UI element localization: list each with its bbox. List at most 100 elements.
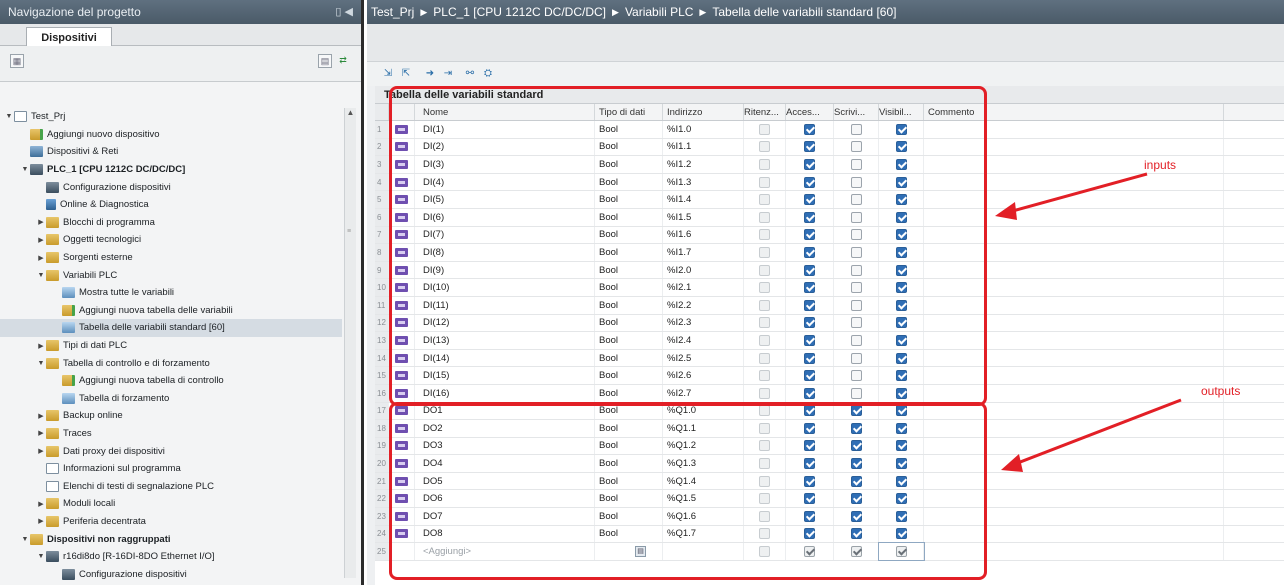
tag-name[interactable]: DO3 bbox=[415, 437, 595, 455]
visible-checkbox[interactable] bbox=[895, 458, 907, 470]
comment-cell[interactable] bbox=[924, 508, 1224, 525]
scroll-grip-icon[interactable]: ≡ bbox=[347, 228, 354, 238]
add-icon[interactable]: ⇄ bbox=[336, 54, 350, 68]
expanded-arrow-icon[interactable]: ▼ bbox=[4, 113, 14, 120]
comment-cell[interactable] bbox=[924, 543, 1224, 560]
access-checkbox[interactable] bbox=[804, 334, 815, 346]
table-row[interactable]: 13 DI(13) Bool %I2.4 bbox=[375, 332, 1284, 350]
write-checkbox[interactable] bbox=[850, 158, 862, 170]
write-checkbox[interactable] bbox=[850, 317, 862, 329]
comment-cell[interactable] bbox=[924, 279, 1224, 296]
grid-view-icon[interactable]: ▦ bbox=[10, 54, 24, 68]
comment-cell[interactable] bbox=[924, 420, 1224, 437]
tag-name[interactable]: DI(2) bbox=[415, 138, 595, 156]
retain-checkbox[interactable] bbox=[759, 246, 770, 258]
visible-checkbox[interactable] bbox=[895, 546, 907, 558]
retain-checkbox[interactable] bbox=[759, 422, 770, 434]
retain-checkbox[interactable] bbox=[759, 264, 770, 276]
access-checkbox[interactable] bbox=[804, 176, 815, 188]
retain-checkbox[interactable] bbox=[759, 458, 770, 470]
tree-item[interactable]: ▼ Tabella di controllo e di forzamento bbox=[0, 354, 342, 372]
tree-item[interactable]: Informazioni sul programma bbox=[0, 460, 342, 478]
visible-checkbox[interactable] bbox=[895, 317, 907, 329]
tag-data-type[interactable]: Bool bbox=[595, 349, 663, 367]
tag-address[interactable]: %I1.6 bbox=[663, 226, 744, 244]
comment-cell[interactable] bbox=[924, 138, 1224, 156]
collapsed-arrow-icon[interactable]: ▶ bbox=[36, 236, 46, 244]
table-row[interactable]: 9 DI(9) Bool %I2.0 bbox=[375, 261, 1284, 280]
visible-checkbox[interactable] bbox=[895, 211, 907, 223]
comment-cell[interactable] bbox=[924, 244, 1224, 261]
visible-checkbox[interactable] bbox=[895, 176, 907, 188]
comment-cell[interactable] bbox=[924, 367, 1224, 384]
tag-address[interactable]: %I2.1 bbox=[663, 279, 744, 296]
retain-checkbox[interactable] bbox=[759, 370, 770, 382]
tag-address[interactable]: %I2.4 bbox=[663, 332, 744, 349]
tag-name[interactable]: DO8 bbox=[415, 525, 595, 543]
access-checkbox[interactable] bbox=[804, 510, 815, 522]
tag-address[interactable]: %I1.1 bbox=[663, 138, 744, 156]
access-checkbox[interactable] bbox=[804, 246, 815, 258]
access-checkbox[interactable] bbox=[804, 475, 815, 487]
retain-checkbox[interactable] bbox=[759, 510, 770, 522]
tag-address[interactable]: %I1.4 bbox=[663, 191, 744, 208]
expanded-arrow-icon[interactable]: ▼ bbox=[36, 272, 46, 279]
tag-data-type[interactable]: Bool bbox=[595, 226, 663, 244]
tag-name[interactable]: DI(1) bbox=[415, 121, 595, 138]
tag-name[interactable]: DI(12) bbox=[415, 314, 595, 332]
collapsed-arrow-icon[interactable]: ▶ bbox=[36, 254, 46, 262]
visible-checkbox[interactable] bbox=[895, 194, 907, 206]
retain-checkbox[interactable] bbox=[759, 176, 770, 188]
visible-checkbox[interactable] bbox=[895, 229, 907, 241]
header-comment[interactable]: Commento bbox=[924, 104, 1224, 120]
retain-checkbox[interactable] bbox=[759, 317, 770, 329]
tag-name[interactable]: DI(4) bbox=[415, 173, 595, 191]
visible-checkbox[interactable] bbox=[895, 158, 907, 170]
header-access[interactable]: Acces... bbox=[786, 104, 834, 120]
nav-scrollbar[interactable]: ▲ ≡ bbox=[344, 108, 356, 578]
write-checkbox[interactable] bbox=[850, 194, 862, 206]
tag-data-type[interactable]: Bool bbox=[595, 508, 663, 525]
table-row[interactable]: 18 DO2 Bool %Q1.1 bbox=[375, 420, 1284, 438]
tag-address[interactable]: %I1.7 bbox=[663, 244, 744, 261]
tag-data-type[interactable]: Bool bbox=[595, 208, 663, 226]
tag-name[interactable]: DO4 bbox=[415, 455, 595, 472]
retain-checkbox[interactable] bbox=[759, 229, 770, 241]
tag-name[interactable]: DI(3) bbox=[415, 156, 595, 173]
expanded-arrow-icon[interactable]: ▼ bbox=[36, 360, 46, 367]
tag-data-type[interactable]: Bool bbox=[595, 437, 663, 455]
tag-data-type[interactable]: Bool bbox=[595, 191, 663, 208]
collapsed-arrow-icon[interactable]: ▶ bbox=[36, 429, 46, 437]
table-row[interactable]: 20 DO4 Bool %Q1.3 bbox=[375, 455, 1284, 473]
type-picker-icon[interactable]: ▤ bbox=[635, 546, 646, 558]
comment-cell[interactable] bbox=[924, 437, 1224, 455]
access-checkbox[interactable] bbox=[804, 458, 815, 470]
visible-checkbox[interactable] bbox=[895, 528, 907, 540]
write-checkbox[interactable] bbox=[850, 299, 862, 311]
comment-cell[interactable] bbox=[924, 156, 1224, 173]
tree-item[interactable]: ▼ Variabili PLC bbox=[0, 266, 342, 284]
tag-data-type[interactable]: Bool bbox=[595, 384, 663, 402]
breadcrumb-item[interactable]: Test_Prj bbox=[371, 5, 414, 19]
header-retain[interactable]: Ritenz... bbox=[744, 104, 786, 120]
access-checkbox[interactable] bbox=[804, 493, 815, 505]
table-row[interactable]: 11 DI(11) Bool %I2.2 bbox=[375, 296, 1284, 315]
tree-item[interactable]: ▶ Dati proxy dei dispositivi bbox=[0, 442, 342, 460]
tree-item[interactable]: Elenchi di testi di segnalazione PLC bbox=[0, 477, 342, 495]
table-row[interactable]: 17 DO1 Bool %Q1.0 bbox=[375, 402, 1284, 421]
comment-cell[interactable] bbox=[924, 525, 1224, 543]
write-checkbox[interactable] bbox=[850, 282, 862, 294]
tree-item[interactable]: Tabella delle variabili standard [60] bbox=[0, 319, 342, 337]
tree-item[interactable]: Online & Diagnostica bbox=[0, 196, 342, 214]
header-write[interactable]: Scrivi... bbox=[834, 104, 879, 120]
comment-cell[interactable] bbox=[924, 191, 1224, 208]
write-checkbox[interactable] bbox=[850, 246, 862, 258]
write-checkbox[interactable] bbox=[850, 334, 862, 346]
comment-cell[interactable] bbox=[924, 121, 1224, 138]
retain-checkbox[interactable] bbox=[759, 334, 770, 346]
visible-checkbox[interactable] bbox=[895, 510, 907, 522]
retain-checkbox[interactable] bbox=[759, 405, 770, 417]
comment-cell[interactable] bbox=[924, 208, 1224, 226]
header-type[interactable]: Tipo di dati bbox=[595, 104, 663, 120]
access-checkbox[interactable] bbox=[804, 229, 815, 241]
